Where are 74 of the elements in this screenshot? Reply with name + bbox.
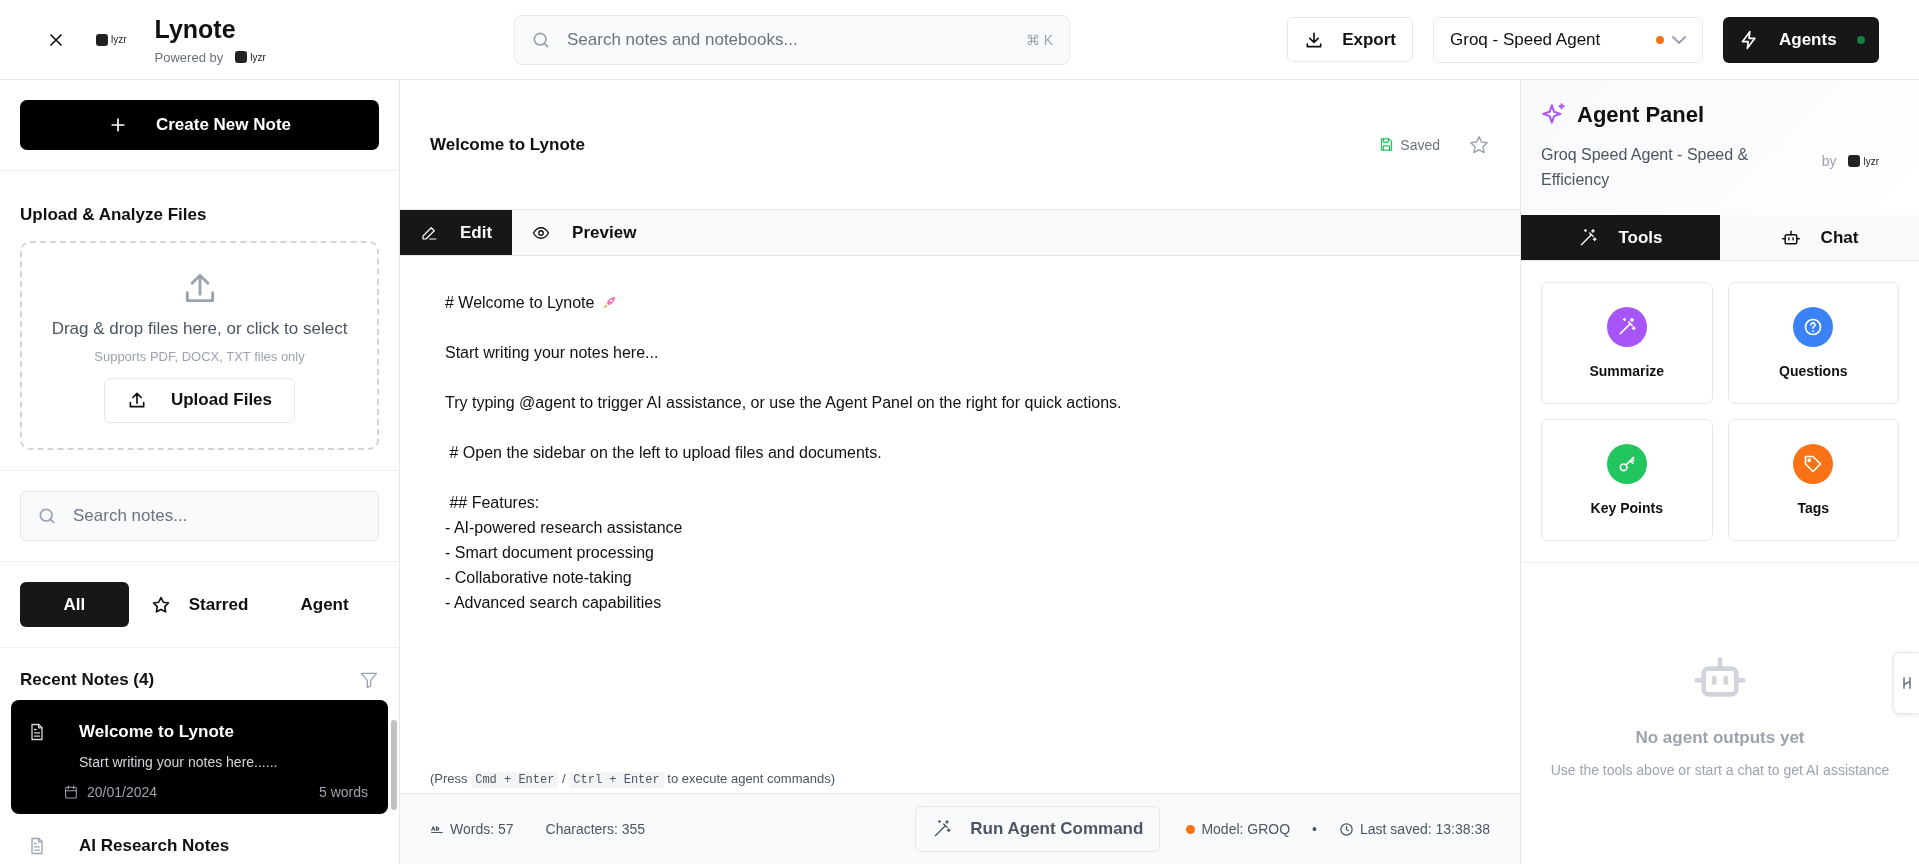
empty-state-title: No agent outputs yet — [1635, 727, 1805, 748]
section-title: Upload & Analyze Files — [20, 205, 208, 225]
note-title: AI Research Notes — [79, 836, 231, 856]
wand-icon — [1578, 227, 1599, 248]
agent-select[interactable]: Groq - Speed Agent — [1433, 16, 1703, 63]
note-paragraph: # Welcome to Lynote — [445, 293, 595, 313]
note-item[interactable]: AI Research Notes — [11, 814, 388, 864]
note-paragraph: ## Features: - AI-powered research assistance - Smart document processing - Collaborative note-taking - Advanced search capabilities — [445, 493, 684, 613]
by-label: by — [1821, 153, 1837, 169]
panel-tab[interactable]: Tools — [1521, 215, 1720, 260]
powered-by-label: Powered by — [154, 49, 224, 65]
character-count: Characters: 355 — [545, 821, 646, 837]
empty-state-text: Use the tools above or start a chat to get AI assistance — [1550, 761, 1890, 778]
clock-icon — [1339, 821, 1354, 837]
tool-button[interactable]: Key Points — [1541, 419, 1713, 541]
model-label: Model: GROQ — [1201, 821, 1291, 837]
filter-tab[interactable]: Starred — [136, 582, 263, 627]
lyzr-logo: lyzr — [1848, 155, 1879, 167]
note-paragraph: Start writing your notes here... — [445, 343, 660, 363]
wand-icon — [932, 819, 953, 839]
editor-tab[interactable]: Edit — [400, 210, 513, 255]
note-title: Welcome to Lynote — [430, 134, 586, 155]
shortcut-hint: ⌘ K — [1025, 31, 1053, 48]
star-button[interactable] — [1468, 133, 1490, 156]
note-item[interactable]: Welcome to Lynote Start writing your notes here...... 20/01/2024 5 words — [11, 700, 388, 814]
filter-button[interactable] — [359, 670, 379, 690]
star-icon — [1468, 133, 1490, 156]
shortcut-hint: (Press Cmd + Enter / Ctrl + Enter to execute agent commands) — [429, 771, 836, 790]
star-icon — [150, 594, 171, 615]
note-paragraph: # Open the sidebar on the left to upload files and documents. — [448, 443, 883, 463]
tool-button[interactable]: Questions — [1727, 282, 1899, 404]
note-title: Welcome to Lynote — [79, 722, 235, 742]
tool-button[interactable]: Tags — [1727, 419, 1899, 541]
chevron-down-icon — [1672, 35, 1686, 44]
word-count: 5 words — [318, 784, 368, 800]
last-saved: Last saved: 13:38:38 — [1360, 821, 1490, 837]
scrollbar[interactable] — [391, 720, 397, 810]
notes-search-field[interactable]: Search notes... — [20, 491, 379, 541]
separator-dot: • — [1312, 821, 1317, 837]
filter-tab[interactable]: Agent — [270, 582, 379, 627]
panel-handle[interactable] — [1893, 652, 1919, 714]
search-icon — [37, 506, 57, 526]
status-dot — [1856, 35, 1865, 44]
drop-zone[interactable]: Drag & drop files here, or click to select Supports PDF, DOCX, TXT files only Upload Files — [20, 241, 379, 450]
agent-description: Groq Speed Agent - Speed & Efficiency — [1541, 145, 1750, 190]
filter-icon — [359, 670, 379, 690]
filter-tab[interactable]: All — [20, 582, 129, 627]
calendar-icon — [63, 784, 79, 800]
search-input[interactable]: Search notes and notebooks... — [565, 28, 1012, 51]
panel-title: Agent Panel — [1577, 102, 1705, 128]
note-paragraph: Try typing @agent to trigger AI assistance, or use the Agent Panel on the right for quick actions. — [445, 393, 1123, 413]
lyzr-logo: lyzr — [235, 51, 266, 63]
file-types-hint: Supports PDF, DOCX, TXT files only — [94, 348, 305, 364]
app-title: Lynote — [154, 14, 237, 44]
upload-files-button[interactable]: Upload Files — [103, 377, 296, 423]
note-date: 20/01/2024 — [87, 784, 158, 800]
export-button[interactable]: Export — [1287, 17, 1413, 62]
agents-button[interactable]: Agents — [1723, 16, 1879, 63]
create-note-button[interactable]: Create New Note — [20, 100, 379, 150]
status-dot — [1186, 824, 1196, 834]
note-preview: Start writing your notes here...... — [79, 754, 279, 770]
save-icon — [1379, 137, 1395, 152]
lyzr-logo: lyzr — [96, 33, 127, 46]
lightning-icon — [1739, 29, 1759, 50]
save-status: Saved — [1400, 136, 1440, 153]
editor-tab[interactable]: Preview — [512, 210, 657, 255]
status-dot — [1656, 35, 1664, 44]
search-input[interactable]: Search notes... — [71, 505, 362, 527]
panel-tab[interactable]: Chat — [1720, 215, 1919, 260]
drop-zone-text: Drag & drop files here, or click to select — [51, 318, 348, 339]
run-agent-button[interactable]: Run Agent Command — [915, 806, 1161, 852]
tool-button[interactable]: Summarize — [1541, 282, 1713, 404]
section-title: Recent Notes (4) — [20, 670, 155, 690]
word-count: Words: 57 — [450, 821, 514, 837]
